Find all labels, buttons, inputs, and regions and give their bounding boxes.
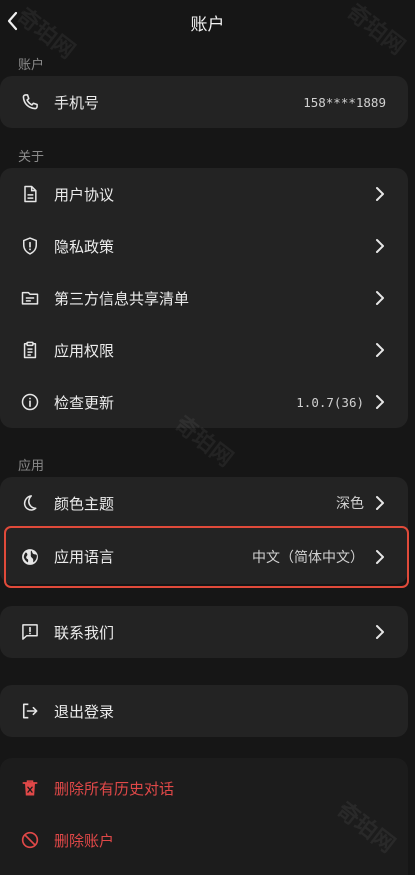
section-label-app: 应用 xyxy=(18,459,45,474)
section-label-about: 关于 xyxy=(18,150,45,165)
app-permissions-label: 应用权限 xyxy=(54,341,115,360)
phone-label: 手机号 xyxy=(54,93,100,112)
app-language-value: 中文（简体中文） xyxy=(252,549,364,566)
app-language-label: 应用语言 xyxy=(54,548,115,566)
logout-label: 退出登录 xyxy=(54,702,115,721)
chevron-right-icon xyxy=(374,624,386,640)
block-icon xyxy=(20,830,40,850)
chevron-right-icon xyxy=(374,394,386,410)
contact-us-label: 联系我们 xyxy=(54,623,115,642)
contact-us-row[interactable]: 联系我们 xyxy=(0,606,408,658)
moon-icon xyxy=(20,493,40,513)
check-update-label: 检查更新 xyxy=(54,393,115,412)
app-permissions-row[interactable]: 应用权限 xyxy=(0,324,408,376)
privacy-policy-label: 隐私政策 xyxy=(54,237,115,256)
account-card: 手机号 158****1889 xyxy=(0,76,408,128)
account-settings-page: 账户 账户 手机号 158****1889 关于 用户协议 隐私政策 第三方信息… xyxy=(0,0,415,875)
logout-card: 退出登录 xyxy=(0,685,408,737)
privacy-policy-row[interactable]: 隐私政策 xyxy=(0,220,408,272)
logout-icon xyxy=(20,701,40,721)
chevron-right-icon xyxy=(374,342,386,358)
color-theme-row[interactable]: 颜色主题 深色 xyxy=(0,477,408,529)
color-theme-label: 颜色主题 xyxy=(54,494,115,513)
delete-history-label: 删除所有历史对话 xyxy=(54,779,175,798)
feedback-icon xyxy=(20,622,40,642)
chevron-right-icon xyxy=(374,549,386,565)
chevron-right-icon xyxy=(374,238,386,254)
clipboard-icon xyxy=(20,340,40,360)
info-icon xyxy=(20,392,40,412)
trash-icon xyxy=(20,778,40,798)
color-theme-value: 深色 xyxy=(336,496,364,512)
shield-icon xyxy=(20,236,40,256)
third-party-sharing-label: 第三方信息共享清单 xyxy=(54,289,190,308)
chevron-right-icon xyxy=(374,290,386,306)
user-agreement-label: 用户协议 xyxy=(54,185,115,204)
section-label-account: 账户 xyxy=(18,58,45,73)
document-icon xyxy=(20,184,40,204)
globe-icon xyxy=(20,547,40,567)
chevron-right-icon xyxy=(374,186,386,202)
about-card: 用户协议 隐私政策 第三方信息共享清单 应用权限 检查更新 1.0.7(36) xyxy=(0,168,408,428)
phone-icon xyxy=(20,92,40,112)
third-party-sharing-row[interactable]: 第三方信息共享清单 xyxy=(0,272,408,324)
app-version: 1.0.7(36) xyxy=(296,394,364,410)
app-card: 颜色主题 深色 应用语言 中文（简体中文） xyxy=(0,477,408,584)
contact-card: 联系我们 xyxy=(0,606,408,658)
phone-row[interactable]: 手机号 158****1889 xyxy=(0,76,408,128)
phone-value: 158****1889 xyxy=(303,94,386,110)
chevron-right-icon xyxy=(374,495,386,511)
app-language-row[interactable]: 应用语言 中文（简体中文） xyxy=(0,529,408,584)
folder-icon xyxy=(20,288,40,308)
user-agreement-row[interactable]: 用户协议 xyxy=(0,168,408,220)
logout-row[interactable]: 退出登录 xyxy=(0,685,408,737)
delete-account-label: 删除账户 xyxy=(54,831,115,850)
